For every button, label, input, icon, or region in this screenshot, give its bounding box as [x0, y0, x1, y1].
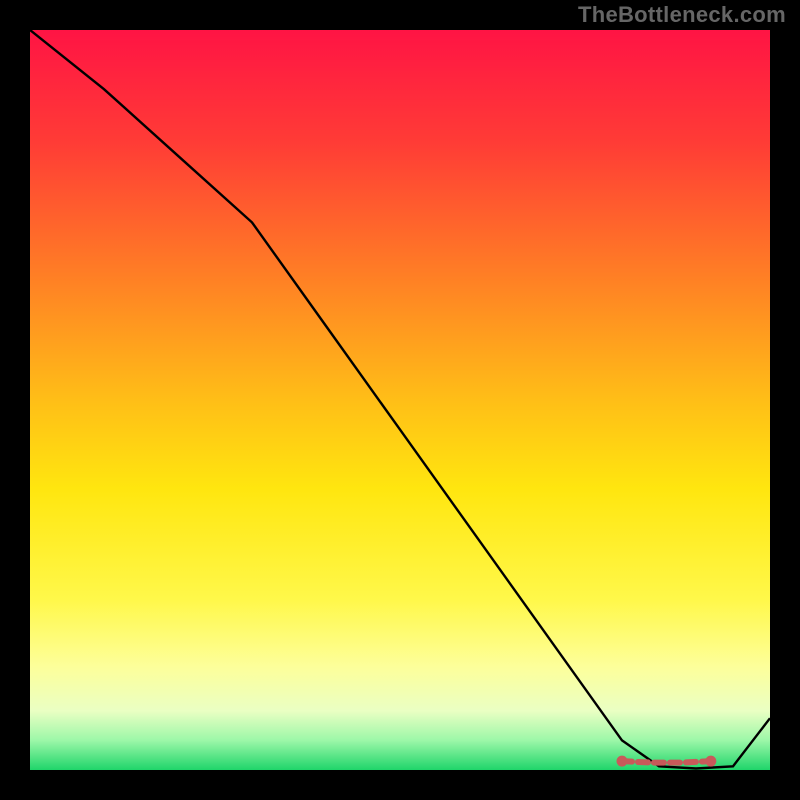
chart-svg: [30, 30, 770, 770]
chart-frame: TheBottleneck.com: [0, 0, 800, 800]
marker-dash: [622, 761, 711, 763]
marker-knob: [705, 756, 716, 767]
watermark-text: TheBottleneck.com: [578, 2, 786, 28]
plot-area: [30, 30, 770, 770]
gradient-background: [30, 30, 770, 770]
marker-knob: [617, 756, 628, 767]
